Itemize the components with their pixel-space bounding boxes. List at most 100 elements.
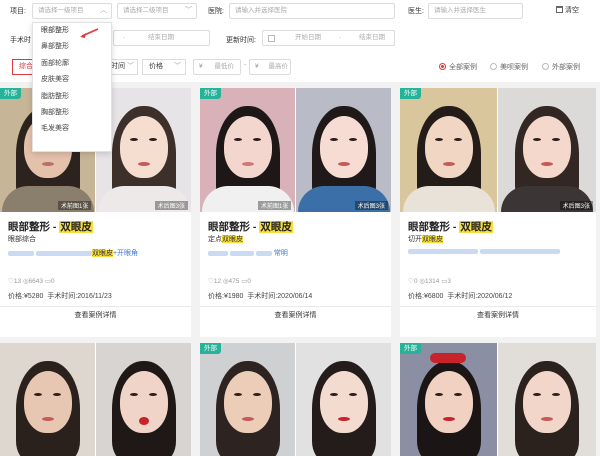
case-card[interactable] (0, 343, 191, 456)
after-photo (96, 343, 191, 456)
eye-shape (253, 393, 261, 396)
subtitle-text: 定点 (208, 236, 222, 243)
view-details-button[interactable]: 查看案例详情 (400, 307, 596, 325)
doctor-input[interactable]: 请输入并选择医生 (428, 3, 523, 19)
min-price-input[interactable]: ¥ 最低价 (193, 59, 241, 75)
case-card[interactable]: 外部 (200, 343, 391, 456)
case-category: 眼部整形 (408, 221, 450, 233)
face-shape (23, 371, 72, 433)
price-value: ¥6800 (423, 293, 444, 300)
view-details-button[interactable]: 查看案例详情 (200, 307, 391, 325)
case-card[interactable]: 外部 术前图1张 术后图3张 眼部整形 - 双眼皮 定点双眼皮 常明 ♡12 ◎… (200, 88, 391, 337)
blurred-text (479, 248, 560, 254)
dropdown-item-hair[interactable]: 毛发美容 (33, 121, 111, 137)
case-card[interactable]: 外部 (400, 343, 596, 456)
face-shape (223, 371, 272, 433)
project-dropdown-menu: 眼部整形 鼻部整形 面部轮廓 皮肤美容 脂肪整形 胸部整形 毛发美容 (32, 22, 112, 152)
eye-shape (149, 393, 157, 396)
max-price-input[interactable]: ¥ 最高价 (249, 59, 291, 75)
case-meta: 价格:¥1980 手术时间:2020/06/14 (208, 291, 312, 301)
mouth-shape (137, 162, 150, 166)
case-tags[interactable]: 常明 (208, 248, 288, 258)
radio-all-cases[interactable]: 全部案例 (439, 62, 477, 72)
surgery-end-placeholder: 结束日期 (148, 34, 174, 41)
arrow-head (80, 33, 86, 38)
face-shape (319, 371, 368, 433)
case-subtitle: 眼部综合 (8, 236, 36, 243)
case-tags[interactable] (408, 248, 560, 255)
project-label: 项目: (10, 8, 26, 15)
eye-shape (234, 138, 242, 141)
project-first-select[interactable]: 请选择一级项目 ︿ (32, 3, 112, 19)
tag-suffix: 常明 (273, 250, 288, 257)
radio-external-cases[interactable]: 外部案例 (542, 62, 580, 72)
radio-meibei-cases[interactable]: 美呗案例 (490, 62, 528, 72)
case-photos (0, 343, 191, 456)
eye-shape (149, 138, 157, 141)
max-price-placeholder: 最高价 (268, 63, 288, 70)
case-stats: ♡0 ◎1314 ▭3 (408, 277, 451, 285)
views-count: 12 (213, 278, 222, 285)
mouth-shape (138, 417, 149, 425)
case-photos: 外部 (200, 343, 391, 456)
surgery-date: 2016/11/23 (77, 293, 112, 300)
surgery-date: 2020/06/12 (477, 293, 513, 300)
case-category: 眼部整形 (208, 221, 250, 233)
case-photos: 外部 (400, 343, 596, 456)
before-caption: 术前图1张 (258, 201, 292, 210)
case-category: 眼部整形 (8, 221, 50, 233)
radio-external-label: 外部案例 (552, 64, 580, 71)
eye-shape (435, 138, 443, 141)
case-tags[interactable]: 双眼皮+开眼角 (8, 248, 138, 258)
update-start-placeholder: 开始日期 (295, 34, 321, 41)
surgery-date-dash: - (123, 34, 126, 41)
min-price-currency: ¥ (199, 63, 203, 70)
sort-chevron-icon: ﹀ (127, 63, 134, 70)
clear-button[interactable]: 清空 (556, 5, 579, 15)
face-shape (523, 371, 571, 433)
dropdown-item-skin[interactable]: 皮肤美容 (33, 72, 111, 88)
face-shape (319, 116, 368, 178)
clear-label: 清空 (565, 7, 579, 14)
chevron-down-icon: ﹀ (185, 7, 192, 14)
dropdown-item-face[interactable]: 面部轮廓 (33, 56, 111, 72)
surgery-end-date-input[interactable]: - 结束日期 (113, 30, 210, 46)
radio-selected-icon (439, 63, 446, 70)
case-title: 眼部整形 - 双眼皮 (8, 219, 93, 234)
price-chevron-icon: ﹀ (174, 63, 181, 70)
hair-bow-shape (430, 353, 466, 363)
case-card[interactable]: 外部 术后图3张 眼部整形 - 双眼皮 切开双眼皮 ♡0 ◎1314 ▭3 价格… (400, 88, 596, 337)
eye-shape (349, 393, 357, 396)
dropdown-item-nose[interactable]: 鼻部整形 (33, 39, 111, 55)
blurred-text (255, 250, 272, 256)
case-procedure: 双眼皮 (59, 221, 93, 233)
mouth-shape (337, 417, 350, 421)
face-shape (424, 371, 473, 433)
update-date-range[interactable]: 开始日期 - 结束日期 (262, 30, 395, 46)
mouth-shape (541, 162, 553, 166)
title-dash: - (250, 221, 260, 233)
price-range-dash: - (244, 62, 247, 69)
dropdown-item-fat[interactable]: 脂肪整形 (33, 89, 111, 105)
blurred-text (35, 250, 92, 256)
sort-price-button[interactable]: 价格 ﹀ (142, 59, 186, 75)
external-badge: 外部 (200, 88, 221, 99)
eye-shape (34, 393, 42, 396)
after-photo (498, 343, 596, 456)
eye-shape (330, 393, 338, 396)
surgery-date-label: 手术时间: (247, 293, 278, 300)
eye-shape (234, 393, 242, 396)
mouth-shape (41, 417, 54, 421)
surgery-time-label: 手术时 (10, 37, 31, 44)
project-second-select[interactable]: 请选择二级项目 ﹀ (117, 3, 197, 19)
radio-icon (490, 63, 497, 70)
price-label: 价格: (8, 293, 24, 300)
hospital-label: 医院: (208, 8, 224, 15)
view-details-button[interactable]: 查看案例详情 (0, 307, 191, 325)
blurred-text (408, 248, 478, 254)
dropdown-item-breast[interactable]: 胸部整形 (33, 105, 111, 121)
case-procedure: 双眼皮 (459, 221, 493, 233)
hospital-input[interactable]: 请输入并选择医院 (229, 3, 395, 19)
mouth-shape (337, 162, 350, 166)
chevron-up-icon: ︿ (100, 7, 107, 14)
